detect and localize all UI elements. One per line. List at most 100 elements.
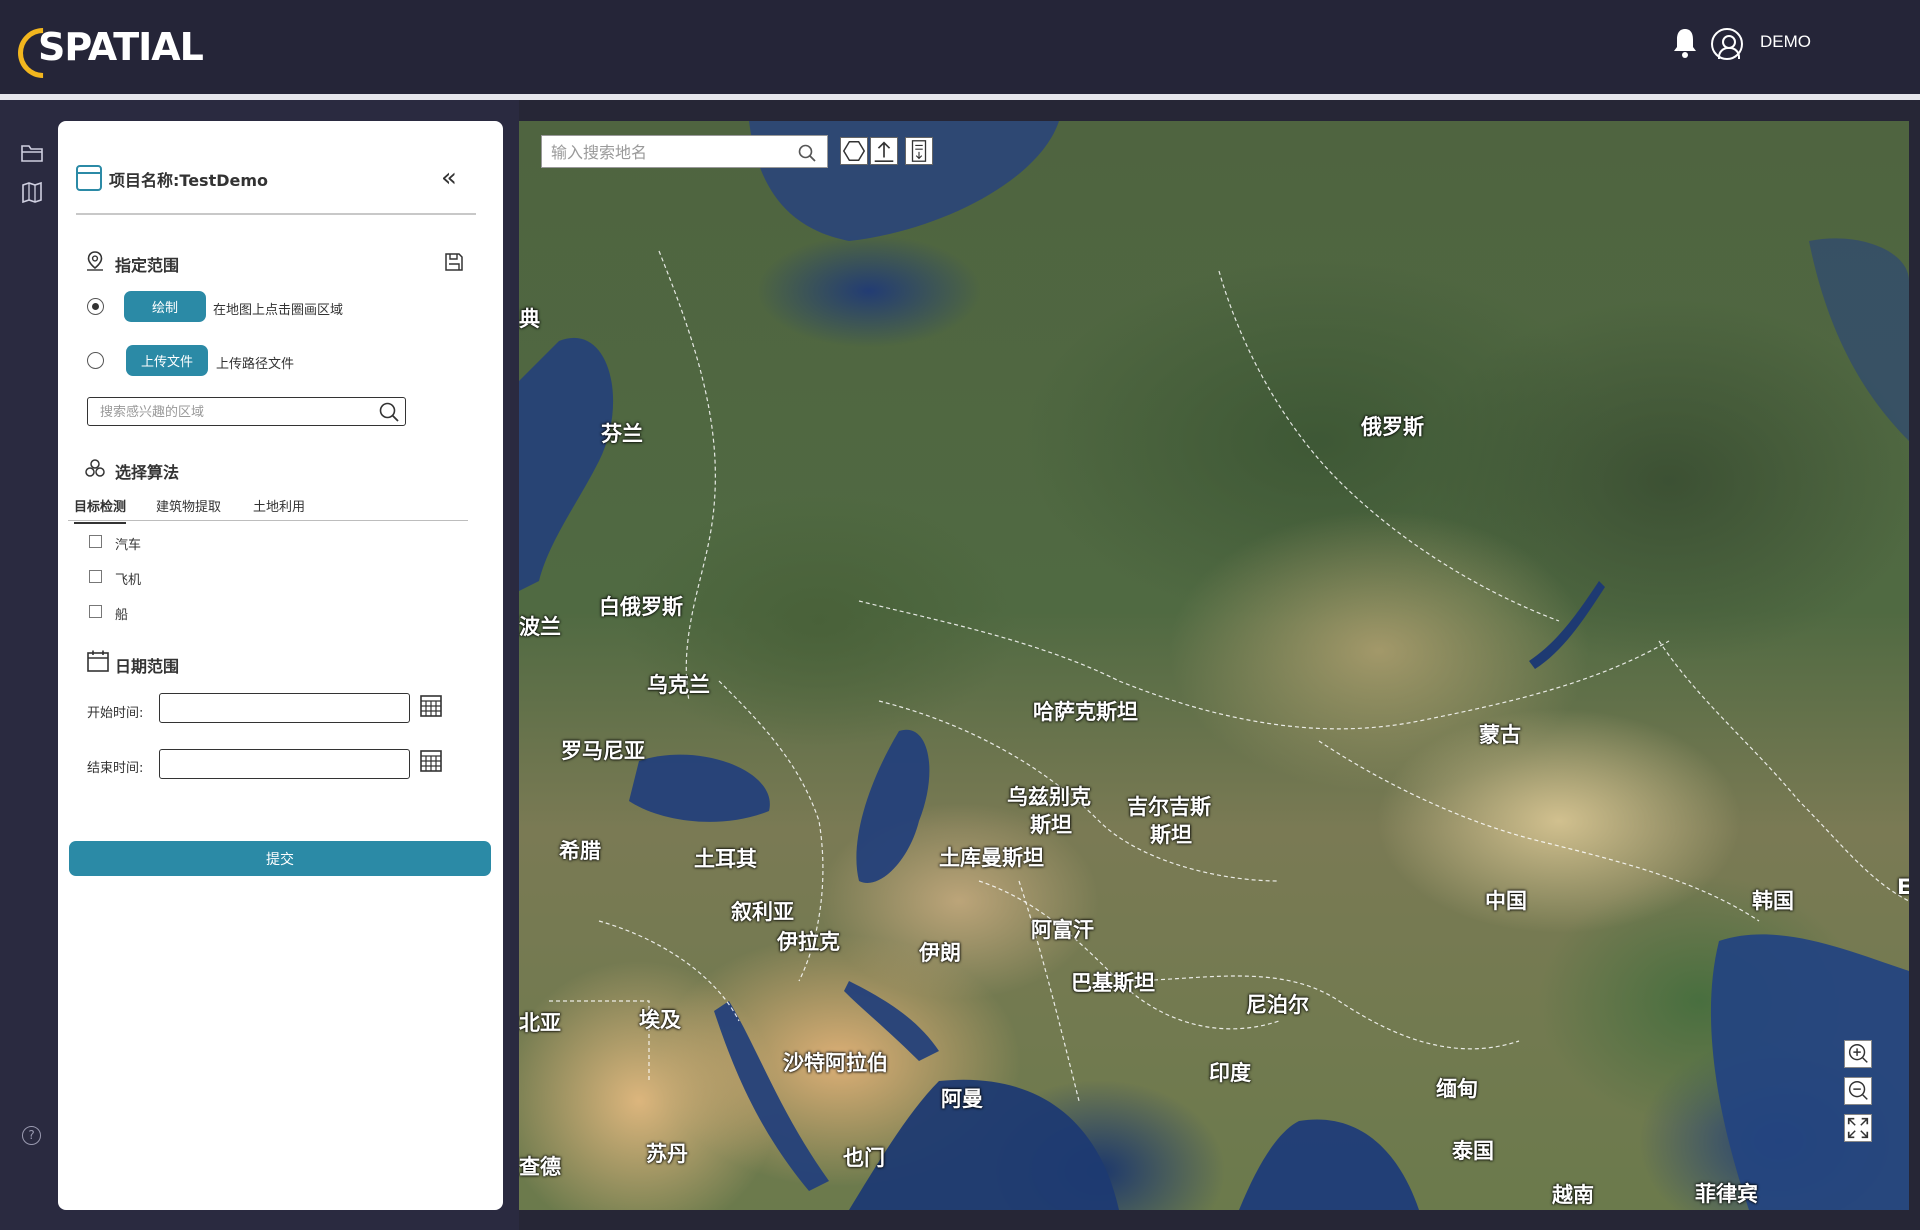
map-search-icon[interactable] <box>797 143 817 163</box>
user-circle-icon[interactable] <box>1711 28 1743 60</box>
fullscreen-icon[interactable] <box>1844 1114 1872 1142</box>
caspian-sea <box>856 729 930 883</box>
map-search-input[interactable] <box>551 142 791 162</box>
map-label-pakistan: 巴基斯坦 <box>1071 971 1155 995</box>
map-label-iraq: 伊拉克 <box>777 930 840 954</box>
map-label-romania: 罗马尼亚 <box>561 739 645 763</box>
end-calendar-icon[interactable] <box>419 749 443 773</box>
map-label-kyrgyzstan-2: 斯坦 <box>1150 823 1192 847</box>
map-label-syria: 叙利亚 <box>731 900 794 924</box>
map-label-mongolia: 蒙古 <box>1479 723 1521 747</box>
bay-of-bengal <box>1239 1119 1419 1210</box>
location-pin-icon <box>87 251 103 271</box>
layer-legend-icon[interactable] <box>905 137 933 165</box>
left-rail <box>0 100 58 1230</box>
bell-icon[interactable] <box>1671 26 1699 60</box>
red-sea <box>714 1001 829 1191</box>
algorithm-tabs: 目标检测 建筑物提取 土地利用 <box>68 493 468 524</box>
map-label-myanmar: 缅甸 <box>1436 1077 1478 1101</box>
save-icon[interactable] <box>444 252 464 272</box>
map-book-icon[interactable] <box>20 181 44 203</box>
car-checkbox[interactable] <box>89 535 102 548</box>
map-label-turkmenistan: 土库曼斯坦 <box>939 846 1044 870</box>
map-label-greece: 希腊 <box>559 839 601 863</box>
logo-text: SPATIAL <box>38 25 204 69</box>
date-section-title: 日期范围 <box>115 657 180 676</box>
region-search-input[interactable] <box>100 402 370 422</box>
map-label-china: 中国 <box>1485 889 1527 913</box>
sea-of-okhotsk <box>1809 238 1909 441</box>
draw-hint: 在地图上点击圈画区域 <box>213 303 344 318</box>
map-label-sudan: 苏丹 <box>646 1142 688 1166</box>
search-icon[interactable] <box>378 401 400 423</box>
map-label-egypt: 埃及 <box>639 1008 681 1032</box>
polygon-draw-icon[interactable] <box>840 137 868 165</box>
map-label-vietnam: 越南 <box>1552 1183 1594 1207</box>
start-calendar-icon[interactable] <box>419 694 443 718</box>
baltic-sea <box>519 337 614 591</box>
region-search-box <box>87 397 406 426</box>
calendar-icon <box>87 650 109 672</box>
lake-baikal <box>1529 581 1605 669</box>
map-label-nepal: 尼泊尔 <box>1246 993 1309 1017</box>
map-label-ukraine: 乌克兰 <box>647 673 710 697</box>
map-overlay <box>519 121 1909 1210</box>
map-label-sweden: 典 <box>519 307 540 331</box>
project-icon <box>76 165 102 191</box>
algorithm-section-title: 选择算法 <box>115 463 180 482</box>
map-label-poland: 波兰 <box>519 615 561 639</box>
upload-icon[interactable] <box>870 137 898 165</box>
map-label-kazakhstan: 哈萨克斯坦 <box>1033 700 1138 724</box>
project-title: 项目名称:TestDemo <box>109 171 269 190</box>
tab-building-extraction[interactable]: 建筑物提取 <box>156 496 221 515</box>
map-label-chad: 查德 <box>519 1155 561 1179</box>
map-label-ethiopia-partial: 北亚 <box>519 1011 561 1035</box>
upload-file-button[interactable]: 上传文件 <box>126 345 208 376</box>
draw-radio[interactable] <box>87 298 104 315</box>
black-sea <box>629 754 770 822</box>
zoom-out-icon[interactable] <box>1844 1077 1872 1105</box>
map-label-iran: 伊朗 <box>919 941 961 965</box>
end-time-label: 结束时间: <box>87 761 144 776</box>
tab-land-use[interactable]: 土地利用 <box>253 496 305 515</box>
map-label-kyrgyzstan: 吉尔吉斯 <box>1127 795 1211 819</box>
plane-label: 飞机 <box>115 573 142 588</box>
map-label-belarus: 白俄罗斯 <box>599 595 683 619</box>
folder-icon[interactable] <box>20 142 44 164</box>
tab-object-detection[interactable]: 目标检测 <box>74 496 127 524</box>
ship-checkbox[interactable] <box>89 605 102 618</box>
map-search-box <box>541 135 828 168</box>
collapse-panel-button[interactable]: « <box>441 163 457 193</box>
algorithm-icon <box>85 459 105 477</box>
satellite-map[interactable]: 典 芬兰 俄罗斯 白俄罗斯 波兰 乌克兰 哈萨克斯坦 蒙古 罗马尼亚 乌兹别克 … <box>519 121 1909 1210</box>
draw-button[interactable]: 绘制 <box>124 291 206 322</box>
plane-checkbox[interactable] <box>89 570 102 583</box>
map-label-turkey: 土耳其 <box>694 847 757 871</box>
map-label-india: 印度 <box>1209 1061 1251 1085</box>
map-label-edge: E <box>1897 875 1909 899</box>
spatial-logo[interactable]: SPATIAL <box>7 17 204 89</box>
map-label-thailand: 泰国 <box>1452 1139 1494 1163</box>
zoom-in-icon[interactable] <box>1844 1040 1872 1068</box>
upload-radio[interactable] <box>87 352 104 369</box>
map-label-afghanistan: 阿富汗 <box>1031 918 1094 942</box>
car-label: 汽车 <box>115 538 142 553</box>
map-label-finland: 芬兰 <box>601 422 643 446</box>
ship-label: 船 <box>115 608 129 623</box>
submit-button[interactable]: 提交 <box>69 841 491 876</box>
map-label-uzbekistan: 乌兹别克 <box>1007 785 1091 809</box>
map-label-yemen: 也门 <box>843 1146 885 1170</box>
project-divider <box>76 213 476 215</box>
start-time-label: 开始时间: <box>87 706 144 721</box>
map-label-philippines: 菲律宾 <box>1695 1182 1758 1206</box>
upload-hint: 上传路径文件 <box>216 357 295 372</box>
help-icon[interactable]: ? <box>22 1126 41 1145</box>
top-header: SPATIAL DEMO <box>0 0 1920 94</box>
map-label-oman: 阿曼 <box>941 1087 983 1111</box>
range-section-title: 指定范围 <box>115 256 180 275</box>
east-china-sea <box>1710 934 1909 1210</box>
end-time-input[interactable] <box>159 749 410 779</box>
map-label-saudi-arabia: 沙特阿拉伯 <box>783 1051 888 1075</box>
username[interactable]: DEMO <box>1760 32 1811 52</box>
start-time-input[interactable] <box>159 693 410 723</box>
